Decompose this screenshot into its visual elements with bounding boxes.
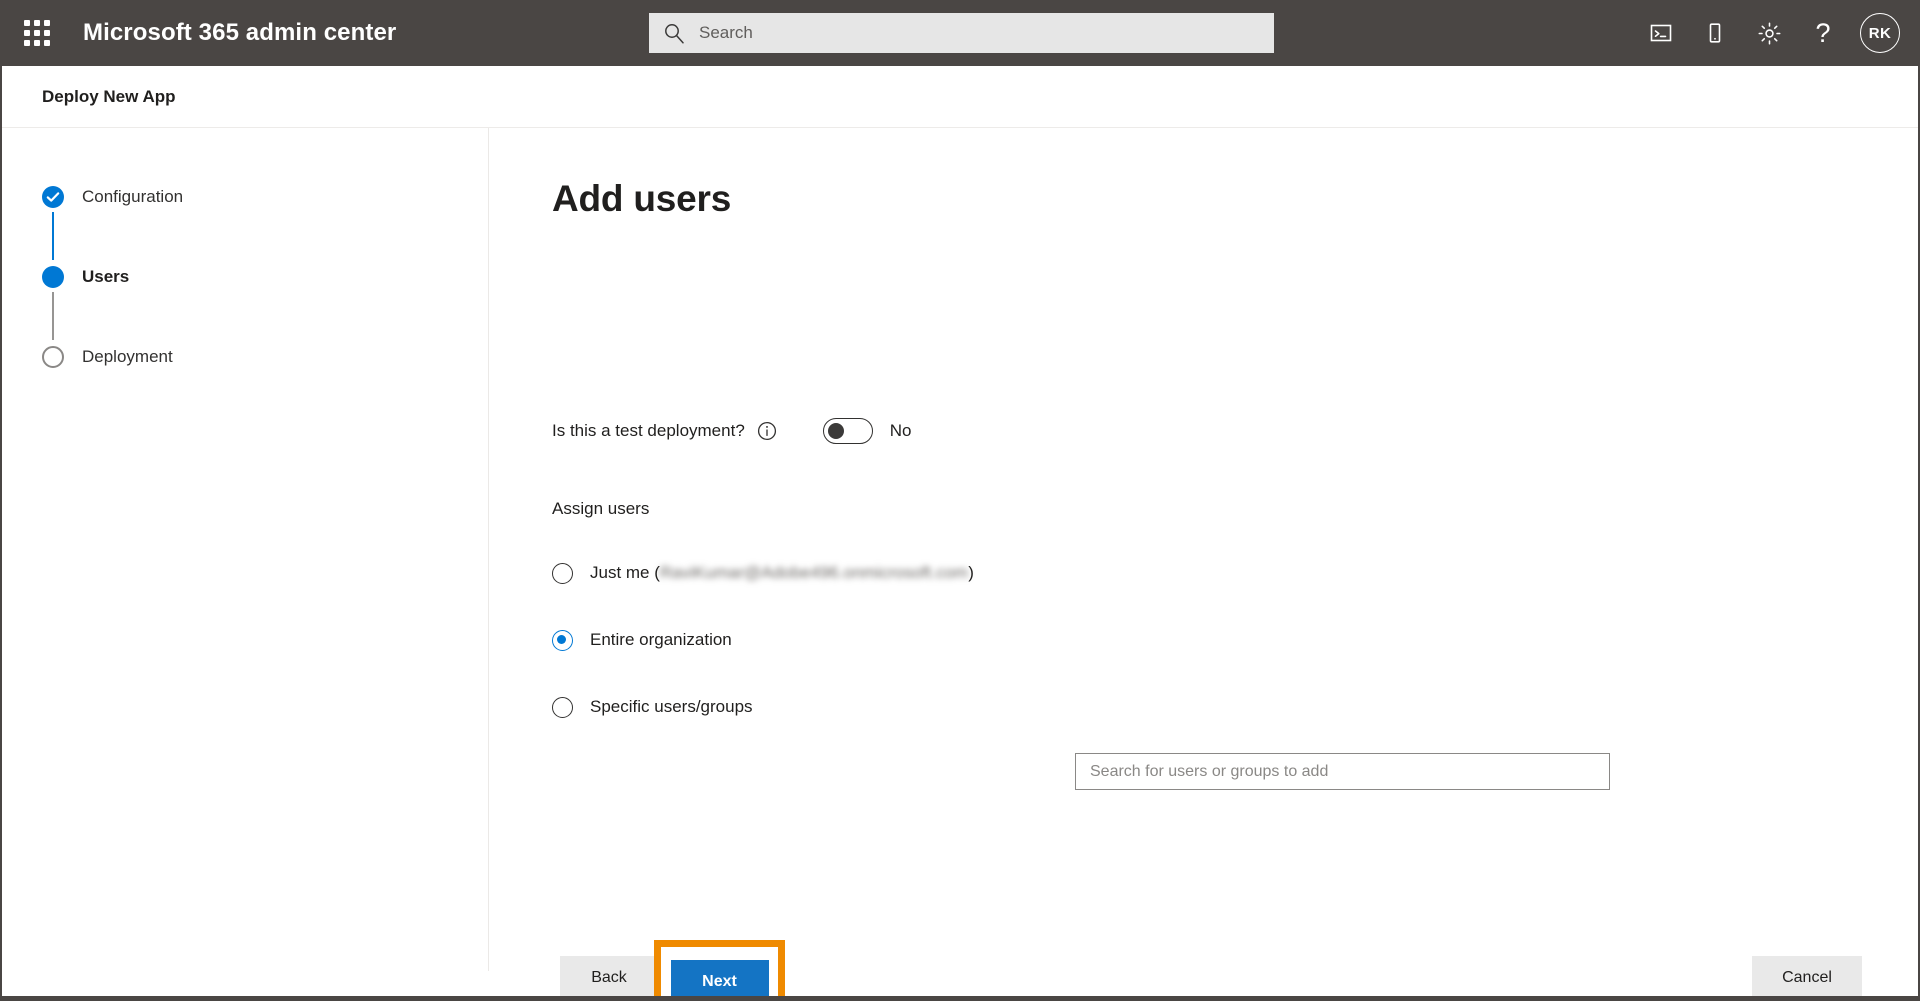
assign-users-radio-group: Just me (RaviKumar@Adobe496.onmicrosoft.… [552,559,974,721]
radio-label-just-me: Just me (RaviKumar@Adobe496.onmicrosoft.… [590,563,974,583]
test-deployment-label: Is this a test deployment? [552,421,745,440]
toggle-state-label: No [889,421,912,440]
stepper-item-deployment[interactable]: Deployment [38,336,183,378]
radio-option-just-me[interactable]: Just me (RaviKumar@Adobe496.onmicrosoft.… [552,559,974,587]
check-circle-icon [42,186,64,208]
help-question-icon[interactable]: ? [1800,10,1846,56]
main-heading: Add users [552,178,732,219]
body-area: Configuration Users Deployment Add users… [2,128,1918,996]
redacted-email: RaviKumar@Adobe496.onmicrosoft.com [659,563,969,582]
next-button-highlight: Next [654,940,785,996]
radio-indicator[interactable] [552,696,573,718]
test-deployment-toggle[interactable] [822,418,873,444]
page-title: Deploy New App [42,86,176,106]
filled-circle-icon [42,266,64,288]
just-me-prefix: Just me ( [590,563,660,582]
waffle-dot [34,20,40,26]
stepper-item-configuration[interactable]: Configuration [38,176,183,218]
test-deployment-row: Is this a test deployment? No [552,418,912,444]
waffle-dot [44,40,50,46]
just-me-suffix: ) [968,563,974,582]
suite-action-group: ? RK [1638,0,1904,66]
waffle-dot [24,30,30,36]
cloud-shell-icon[interactable] [1638,10,1684,56]
info-icon[interactable] [757,421,777,441]
back-button[interactable]: Back [560,956,658,996]
help-glyph: ? [1815,17,1831,48]
app-launcher-waffle-icon[interactable] [13,9,61,57]
wizard-main-pane: Add users Is this a test deployment? No [490,128,1918,996]
radio-option-entire-organization[interactable]: Entire organization [552,626,974,654]
stepper-label-deployment: Deployment [82,347,173,366]
search-input[interactable] [699,23,1260,43]
waffle-dot [44,30,50,36]
radio-option-specific-users-groups[interactable]: Specific users/groups [552,693,974,721]
gear-icon[interactable] [1746,10,1792,56]
global-search-box[interactable] [649,13,1274,53]
stepper-connector-1 [52,212,54,260]
breadcrumb: Deploy New App [2,66,1918,128]
waffle-dot [44,20,50,26]
wizard-left-rail: Configuration Users Deployment [2,128,489,971]
waffle-dot [34,40,40,46]
radio-label-specific-users-groups: Specific users/groups [590,697,753,716]
wizard-stepper: Configuration Users Deployment [38,176,183,378]
waffle-dot [24,20,30,26]
waffle-dot [24,40,30,46]
radio-indicator[interactable] [552,562,573,584]
stepper-item-users[interactable]: Users [38,256,183,298]
suite-title[interactable]: Microsoft 365 admin center [83,19,396,47]
suite-header-bar: Microsoft 365 admin center Search ? RK [2,0,1918,66]
waffle-dot [34,30,40,36]
toggle-knob [827,422,844,439]
empty-circle-icon [42,346,64,368]
admin-center-page: Microsoft 365 admin center Search ? RK D… [0,0,1920,1001]
cancel-button[interactable]: Cancel [1752,956,1862,996]
mobile-device-icon[interactable] [1692,10,1738,56]
radio-label-entire-organization: Entire organization [590,630,732,649]
next-button[interactable]: Next [670,960,769,996]
stepper-label-configuration: Configuration [82,187,184,206]
radio-indicator-selected[interactable] [552,629,573,651]
stepper-label-users: Users [82,267,130,286]
search-icon [663,22,685,44]
user-group-search-input[interactable] [1075,753,1610,790]
stepper-connector-2 [52,292,54,340]
avatar[interactable]: RK [1860,13,1900,53]
assign-users-label: Assign users [552,499,650,518]
